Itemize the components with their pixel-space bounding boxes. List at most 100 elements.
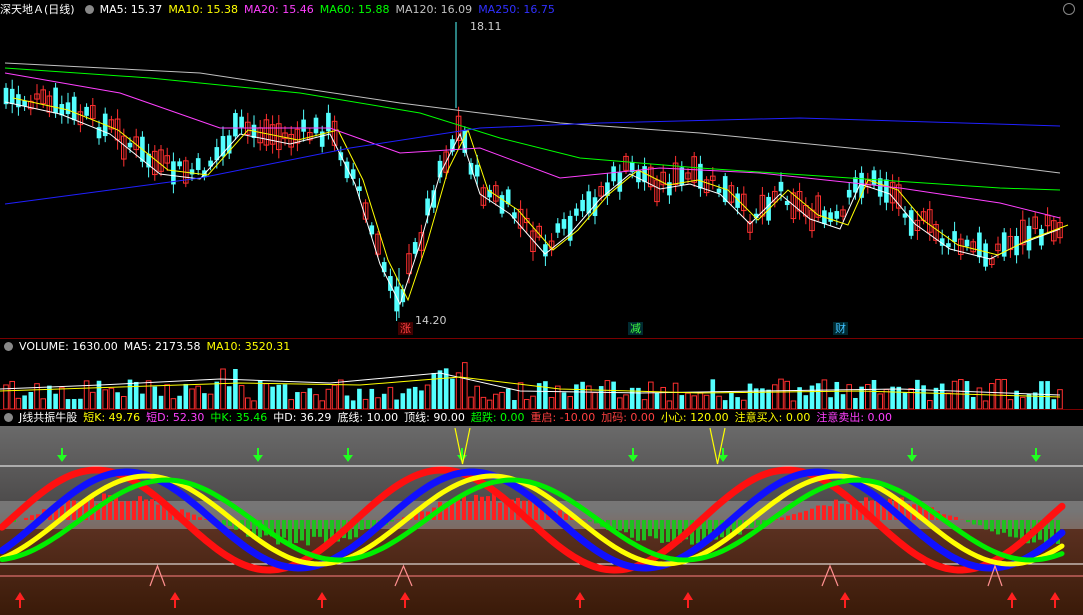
histogram-bar	[810, 508, 814, 520]
volume-bar	[486, 399, 493, 409]
histogram-bar	[654, 520, 658, 539]
volume-bar	[53, 393, 58, 409]
volume-bar	[735, 397, 740, 409]
volume-bar	[406, 388, 412, 409]
volume-bar	[233, 369, 238, 409]
volume-bar	[381, 393, 387, 409]
volume-bar	[543, 381, 548, 409]
volume-bar	[270, 386, 275, 409]
histogram-bar	[984, 520, 988, 530]
histogram-bar	[630, 520, 634, 538]
volume-bar	[517, 382, 524, 409]
ma-label-4: MA120: 16.09	[395, 3, 473, 16]
histogram-bar	[636, 520, 640, 541]
volume-header: VOLUME: 1630.00 MA5: 2173.58 MA10: 3520.31	[0, 339, 1083, 355]
histogram-bar	[846, 504, 850, 520]
candle-body	[127, 142, 133, 148]
volume-bar	[257, 380, 263, 409]
candle-body	[884, 179, 889, 203]
volume-bar	[350, 400, 356, 409]
indicator-label-3: 中D: 36.29	[273, 411, 332, 424]
volume-bar	[939, 383, 945, 409]
volume-bar	[177, 395, 182, 409]
indicator-label-7: 重启: -10.00	[530, 411, 596, 424]
histogram-bar	[816, 505, 820, 520]
histogram-bar	[660, 520, 664, 543]
histogram-bar	[360, 520, 364, 530]
histogram-bar	[966, 520, 970, 523]
histogram-bar	[666, 520, 670, 542]
chevron-down-icon[interactable]	[84, 5, 94, 14]
volume-bar	[567, 396, 574, 409]
volume-bar	[145, 380, 152, 409]
high-price-label: 18.11	[470, 20, 502, 33]
candle-body	[53, 87, 58, 114]
volume-bar	[238, 385, 245, 409]
candle-body	[580, 199, 585, 212]
candle-body	[195, 158, 201, 170]
volume-bar	[828, 397, 833, 409]
volume-bar	[115, 392, 120, 409]
histogram-bar	[990, 520, 994, 532]
volume-panel[interactable]: VOLUME: 1630.00 MA5: 2173.58 MA10: 3520.31	[0, 339, 1083, 409]
volume-bar	[214, 381, 220, 409]
ma-label-3: MA60: 15.88	[319, 3, 390, 16]
volume-label-2: MA10: 3520.31	[206, 340, 291, 353]
volume-bar	[505, 388, 511, 409]
volume-bar	[617, 397, 623, 409]
histogram-bar	[288, 520, 292, 544]
histogram-bar	[24, 517, 28, 520]
volume-bar	[853, 397, 858, 409]
oscillator-chart[interactable]	[0, 426, 1083, 615]
volume-bar	[226, 386, 232, 409]
histogram-bar	[468, 501, 472, 520]
volume-bar	[970, 396, 976, 409]
candle-body	[1039, 228, 1044, 246]
histogram-bar	[1002, 520, 1006, 533]
settings-icon[interactable]	[1063, 3, 1075, 15]
histogram-bar	[822, 505, 826, 520]
volume-bar	[951, 380, 958, 409]
volume-bar	[400, 393, 406, 409]
volume-bar	[741, 399, 747, 409]
volume-bar	[480, 396, 487, 409]
volume-bar	[220, 368, 226, 409]
volume-bar	[1051, 399, 1057, 409]
histogram-bar	[756, 520, 760, 526]
volume-bar	[288, 399, 294, 409]
volume-bar	[207, 393, 214, 409]
volume-bar	[592, 392, 598, 409]
candlestick-chart[interactable]	[0, 18, 1083, 338]
histogram-bar	[192, 514, 196, 520]
volume-bar	[412, 386, 418, 409]
histogram-bar	[282, 520, 286, 538]
candle-body	[357, 186, 362, 191]
volume-bar	[319, 400, 325, 409]
volume-bar	[419, 390, 424, 409]
candle-body	[846, 189, 852, 198]
volume-bar	[729, 392, 734, 409]
candle-body	[301, 119, 306, 132]
candle-body	[381, 262, 387, 273]
volume-chart[interactable]	[0, 355, 1083, 409]
volume-bar	[474, 385, 480, 409]
histogram-bar	[978, 520, 982, 526]
histogram-bar	[624, 520, 628, 533]
volume-bar	[697, 392, 704, 409]
histogram-bar	[474, 494, 478, 520]
histogram-bar	[318, 520, 322, 537]
chevron-down-icon[interactable]	[4, 342, 13, 351]
candle-body	[431, 190, 437, 208]
volume-bar	[375, 397, 381, 409]
volume-bar	[295, 392, 300, 409]
marker-zhang: 涨	[398, 322, 413, 335]
price-panel[interactable]: 深天地Ａ(日线) MA5: 15.37 MA10: 15.38 MA20: 15.46…	[0, 0, 1083, 338]
volume-bar	[22, 395, 27, 409]
histogram-bar	[300, 520, 304, 541]
indicator-label-9: 小心: 120.00	[660, 411, 729, 424]
volume-bar	[313, 394, 319, 409]
volume-bar	[995, 378, 1001, 409]
indicator-label-0: 短K: 49.76	[83, 411, 141, 424]
indicator-panel[interactable]: J线共振牛股 短K: 49.76 短D: 52.30 中K: 35.46 中D: 36.…	[0, 410, 1083, 615]
chevron-down-icon[interactable]	[4, 413, 13, 422]
